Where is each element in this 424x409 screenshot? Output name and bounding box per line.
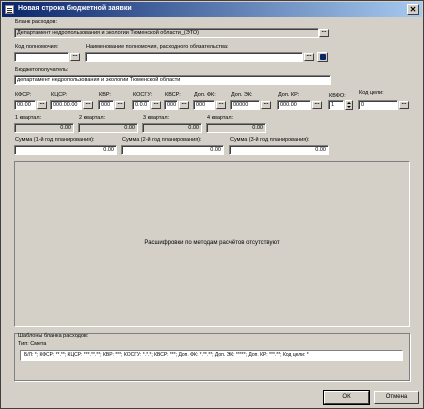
templates-field[interactable]: Б/Л: *; КФСР: **.**; КЦСР: ***.**.**; КВ…	[20, 350, 403, 361]
kvr-browse-button[interactable]: ...	[115, 100, 125, 109]
sum-year-3-label: Сумма (3-й год планирования):	[230, 137, 310, 143]
target-code-label: Код цели:	[359, 90, 384, 96]
kvfo-spinner[interactable]	[345, 100, 353, 110]
kvfo-field[interactable]: 1	[328, 100, 344, 110]
recipient-field[interactable]: департамент недропользования и экологии …	[14, 75, 331, 85]
kcsr-field[interactable]: 000.00.00	[50, 100, 82, 110]
kfsr-browse-button[interactable]: ...	[37, 100, 47, 109]
sum-year-3-field[interactable]: 0.00	[229, 145, 329, 155]
quarter-2-field: 0.00	[78, 123, 138, 133]
sum-year-1-field[interactable]: 0.00	[14, 145, 117, 155]
sum-year-1-label: Сумма (1-й год планирования):	[15, 137, 95, 143]
kvfo-label: КВФО:	[329, 93, 346, 99]
sum-year-2-label: Сумма (2-й год планирования):	[122, 137, 202, 143]
kosgu-field[interactable]: 0.0.0	[132, 100, 150, 110]
dop-fk-browse-button[interactable]: ...	[216, 100, 226, 109]
quarter-4-field: 0.00	[206, 123, 266, 133]
authority-code-field[interactable]	[14, 52, 69, 62]
target-code-browse-button[interactable]: ...	[399, 100, 409, 109]
dop-ek-label: Доп. ЭК:	[231, 92, 253, 98]
kosgu-label: КОСГУ:	[133, 92, 153, 98]
decryption-empty-message: Расшифровки по методам расчётов отсутств…	[144, 240, 280, 246]
decryption-panel: Расшифровки по методам расчётов отсутств…	[14, 161, 410, 327]
authority-action-button[interactable]	[317, 52, 328, 62]
authority-name-field[interactable]	[85, 52, 303, 62]
templates-label: Шаблоны бланка расходов:	[18, 333, 89, 339]
quarter-3-label: 3 квартал:	[143, 115, 170, 121]
target-code-field[interactable]: 0	[358, 100, 398, 110]
kvsr-browse-button[interactable]: ...	[179, 100, 189, 109]
kvr-label: КВР:	[99, 92, 111, 98]
dop-fk-label: Доп. ФК:	[194, 92, 216, 98]
kosgu-browse-button[interactable]: ...	[151, 100, 161, 109]
kcsr-label: КЦСР:	[51, 92, 68, 98]
dop-kr-browse-button[interactable]: ...	[312, 100, 322, 109]
kfsr-field[interactable]: 00.00	[14, 100, 36, 110]
templates-type-label: Тип: Смета	[18, 341, 47, 347]
dialog-window: Новая строка бюджетной заявки ✕ Бланк ра…	[0, 0, 424, 409]
recipient-label: Бюджетополучатель:	[15, 67, 69, 73]
app-icon	[5, 5, 14, 14]
dop-kr-field[interactable]: 000.00	[277, 100, 311, 110]
authority-name-label: Наименование полномочия, расходного обяз…	[86, 44, 229, 50]
dop-fk-field[interactable]: 000	[193, 100, 215, 110]
blank-label: Бланк расходов:	[15, 19, 57, 25]
authority-code-label: Код полномочия:	[15, 44, 59, 50]
dop-kr-label: Доп. КР:	[278, 92, 300, 98]
quarter-1-label: 1 квартал:	[15, 115, 42, 121]
kvsr-field[interactable]: 000	[164, 100, 178, 110]
quarter-1-field: 0.00	[14, 123, 74, 133]
window-title: Новая строка бюджетной заявки	[18, 5, 132, 12]
link-icon	[320, 54, 326, 60]
dop-ek-browse-button[interactable]: ...	[261, 100, 271, 109]
sum-year-2-field[interactable]: 0.00	[121, 145, 224, 155]
quarter-3-field: 0.00	[142, 123, 202, 133]
kfsr-label: КФСР:	[15, 92, 32, 98]
authority-code-browse-button[interactable]: ...	[70, 52, 80, 61]
quarter-2-label: 2 квартал:	[79, 115, 106, 121]
ok-button[interactable]: ОК	[323, 390, 370, 405]
blank-browse-button[interactable]: ...	[319, 28, 329, 37]
title-bar: Новая строка бюджетной заявки ✕	[2, 2, 422, 17]
blank-field[interactable]: Департамент недропользования и экологии …	[14, 28, 319, 38]
kvr-field[interactable]: 000	[98, 100, 114, 110]
kvsr-label: КВСР:	[165, 92, 181, 98]
kcsr-browse-button[interactable]: ...	[83, 100, 93, 109]
quarter-4-label: 4 квартал:	[207, 115, 234, 121]
close-button[interactable]: ✕	[407, 4, 419, 15]
authority-name-browse-button[interactable]: ...	[304, 52, 314, 61]
cancel-button[interactable]: Отмена	[374, 391, 419, 404]
dop-ek-field[interactable]: 00000	[230, 100, 260, 110]
